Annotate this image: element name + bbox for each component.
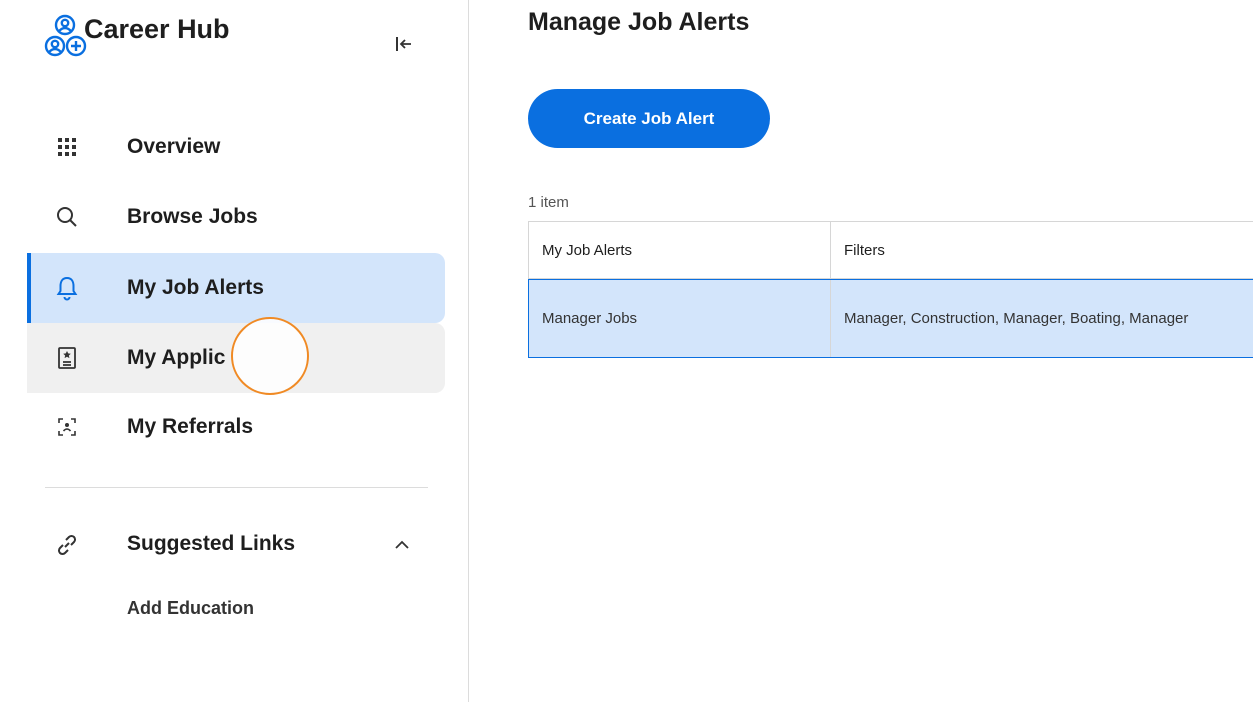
suggested-link-add-education[interactable]: Add Education: [127, 598, 254, 619]
nav-label-overview: Overview: [127, 135, 221, 158]
table-row[interactable]: Manager Jobs Manager, Construction, Mana…: [528, 279, 1253, 358]
main-content: Manage Job Alerts Create Job Alert 1 ite…: [470, 0, 1253, 702]
nav-label-browse-jobs: Browse Jobs: [127, 205, 258, 228]
collapse-sidebar-button[interactable]: [390, 30, 418, 58]
nav-item-my-job-alerts[interactable]: My Job Alerts: [27, 253, 445, 323]
create-job-alert-button[interactable]: Create Job Alert: [528, 89, 770, 148]
column-header-my-job-alerts[interactable]: My Job Alerts: [529, 222, 831, 278]
sidebar-divider: [45, 487, 428, 488]
nav-item-my-applications[interactable]: My Applic: [27, 323, 445, 393]
suggested-links-toggle[interactable]: Suggested Links: [27, 510, 445, 580]
page-title: Manage Job Alerts: [528, 8, 750, 36]
column-header-filters[interactable]: Filters: [831, 222, 1253, 278]
cell-filters: Manager, Construction, Manager, Boating,…: [844, 310, 1189, 327]
grid-icon: [54, 134, 80, 160]
referral-icon: [54, 414, 80, 440]
search-icon: [54, 204, 80, 230]
collapse-left-icon: [396, 37, 411, 51]
nav-label-my-applications: My Applic: [127, 346, 226, 369]
sidebar: Career Hub Overview Browse Jobs My Job A…: [0, 0, 469, 702]
item-count: 1 item: [528, 194, 569, 211]
suggested-links-label: Suggested Links: [127, 532, 296, 555]
nav-item-browse-jobs[interactable]: Browse Jobs: [27, 182, 445, 252]
document-icon: [54, 345, 80, 371]
chevron-up-icon: [395, 540, 409, 549]
nav-item-overview[interactable]: Overview: [27, 112, 445, 182]
link-icon: [54, 532, 80, 558]
table-header-row: My Job Alerts Filters: [528, 221, 1253, 279]
bell-icon: [54, 275, 80, 301]
cell-alert-name[interactable]: Manager Jobs: [529, 280, 831, 357]
app-title: Career Hub: [84, 14, 230, 44]
nav-label-my-referrals: My Referrals: [127, 415, 254, 438]
nav-item-my-referrals[interactable]: My Referrals: [27, 392, 445, 462]
nav-label-my-job-alerts: My Job Alerts: [127, 276, 264, 299]
